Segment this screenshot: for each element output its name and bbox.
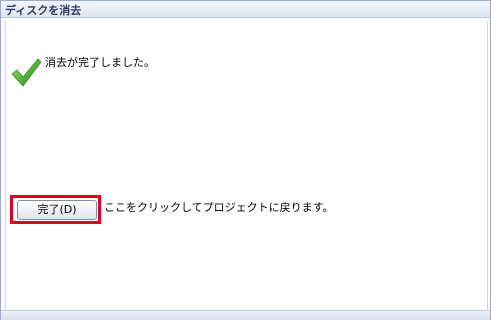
window-title: ディスクを消去 — [5, 4, 82, 17]
finish-button[interactable]: 完了(D) — [17, 200, 97, 220]
title-bar: ディスクを消去 — [1, 1, 490, 18]
status-message: 消去が完了しました。 — [45, 56, 155, 69]
checkmark-icon — [11, 58, 42, 87]
bottom-edge — [1, 310, 490, 320]
erase-disc-window: ディスクを消去 消去が完了しました。 完了(D) ここをクリックしてプロジェクト… — [0, 0, 491, 320]
finish-hint: ここをクリックしてプロジェクトに戻ります。 — [104, 201, 334, 214]
